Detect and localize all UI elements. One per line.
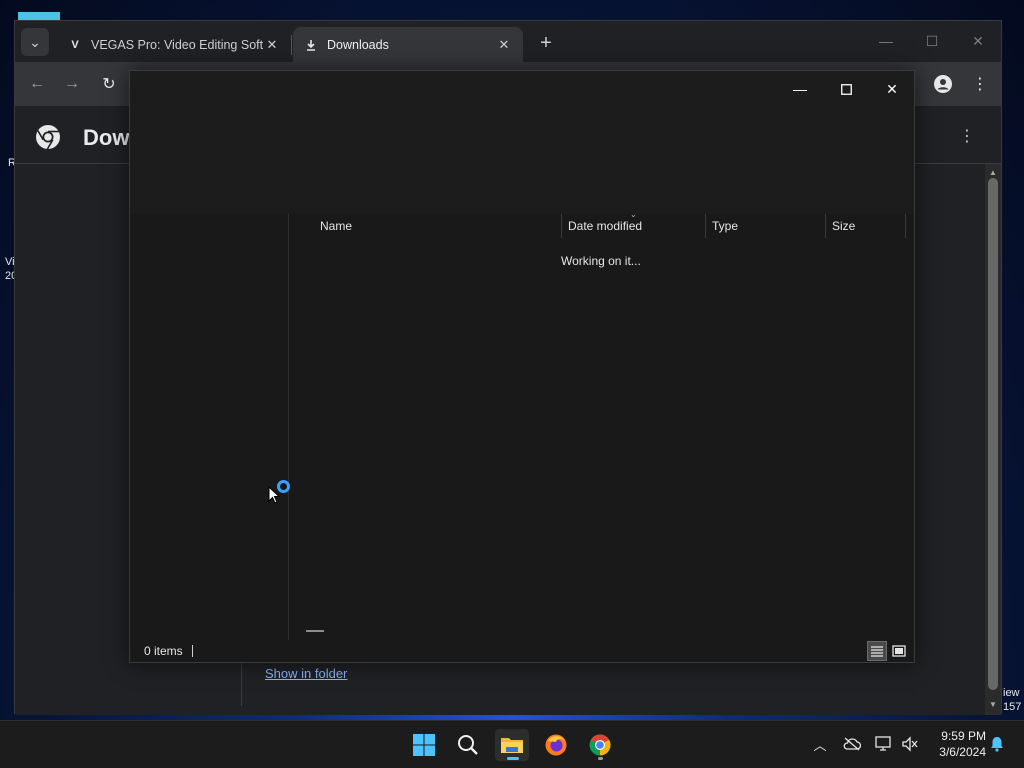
firefox-taskbar-button[interactable] [539,729,573,761]
taskbar: ︿ 9:59 PM 3/6/2024 [0,720,1024,768]
back-button[interactable]: ← [25,72,49,96]
browser-minimize-button[interactable]: — [863,27,909,55]
details-view-icon [871,646,883,657]
dialog-status-bar: 0 items [130,640,914,662]
chrome-logo-icon [36,125,60,150]
large-icons-view-button[interactable] [889,641,909,661]
scroll-down-icon[interactable]: ▼ [985,698,1001,710]
loading-message: Working on it... [561,254,641,268]
show-hidden-icons-button[interactable]: ︿ [809,733,831,755]
column-header-date-modified[interactable]: Date modified [562,214,706,238]
download-icon [303,37,319,53]
folder-icon [501,738,523,753]
minimize-icon: — [793,81,807,97]
close-icon: ✕ [972,32,984,49]
page-scrollbar[interactable]: ▲ ▼ [985,164,1001,715]
file-explorer-taskbar-button[interactable] [495,729,529,761]
close-tab-icon[interactable]: ✕ [495,36,513,54]
maximize-icon [840,83,852,95]
close-icon: ✕ [886,80,898,97]
browser-maximize-button[interactable]: ☐ [909,27,955,55]
minimize-icon: — [879,33,893,49]
show-in-folder-link[interactable]: Show in folder [265,666,347,681]
file-list-pane: ⌄ Name Date modified Type Size Working o… [290,210,914,640]
dialog-maximize-button[interactable] [823,75,869,103]
desktop-peek-text: 157 [1003,701,1022,713]
person-icon [934,75,952,93]
start-button[interactable] [407,729,441,761]
firefox-icon [545,734,567,756]
page-title: Dow [83,125,130,150]
status-separator [192,645,193,657]
column-header-name[interactable]: Name [314,214,562,238]
downloads-more-button[interactable]: ⋮ [955,124,979,148]
forward-button[interactable]: → [60,72,84,96]
search-icon [458,735,478,755]
more-vert-icon: ⋮ [972,76,988,93]
clock-time: 9:59 PM [941,729,986,743]
plus-icon: + [540,31,552,54]
tab-search-button[interactable]: ⌄ [21,28,49,56]
dialog-minimize-button[interactable]: — [777,75,823,103]
file-dialog: — ✕ ⌄ Name Date modified Type Size Worki… [129,70,915,663]
network-icon [875,736,891,751]
dialog-close-button[interactable]: ✕ [869,75,915,103]
chevron-down-icon: ⌄ [29,33,41,50]
tab-strip: ⌄ V VEGAS Pro: Video Editing Softw ✕ Dow… [15,21,1001,62]
search-button[interactable] [451,729,485,761]
network-tray-icon[interactable] [873,733,895,755]
reload-icon: ↻ [102,76,116,93]
bell-icon [991,737,1003,752]
onedrive-tray-icon[interactable] [841,733,863,755]
busy-spinner-icon [277,480,290,493]
new-tab-button[interactable]: + [534,31,558,55]
windows-logo-icon [413,734,435,756]
desktop-window-edge [18,12,60,20]
clock-date: 3/6/2024 [939,745,986,759]
scrollbar-thumb[interactable] [988,178,998,690]
arrow-right-icon: → [64,75,80,92]
maximize-icon: ☐ [925,32,939,49]
arrow-left-icon: ← [29,75,45,92]
volume-tray-icon[interactable] [899,733,921,755]
desktop-peek-text: iew [1003,687,1020,699]
dialog-command-area: — ✕ [130,71,914,214]
large-icons-view-icon [892,645,906,657]
active-indicator [507,757,519,760]
system-clock[interactable]: 9:59 PM 3/6/2024 [924,728,986,760]
column-header-type[interactable]: Type [706,214,826,238]
close-tab-icon[interactable]: ✕ [263,36,281,54]
chrome-icon [589,734,611,756]
horizontal-scrollbar[interactable] [306,630,324,632]
tab-downloads[interactable]: Downloads ✕ [293,27,523,62]
more-vert-icon: ⋮ [959,128,975,145]
item-count: 0 items [144,644,183,658]
tab-title: Downloads [327,37,389,52]
profile-button[interactable] [931,72,955,96]
chrome-taskbar-button[interactable] [583,729,617,761]
column-header-size[interactable]: Size [826,214,906,238]
scroll-up-icon[interactable]: ▲ [985,166,1001,178]
tab-title: VEGAS Pro: Video Editing Softw [91,37,263,52]
details-view-button[interactable] [867,641,887,661]
browser-close-button[interactable]: ✕ [955,27,1001,55]
reload-button[interactable]: ↻ [97,72,121,96]
navigation-pane[interactable] [130,214,289,640]
notifications-button[interactable] [986,733,1008,755]
chevron-up-icon: ︿ [813,737,827,753]
cloud-offline-icon [843,737,861,751]
browser-menu-button[interactable]: ⋮ [968,72,992,96]
vegas-favicon-icon: V [71,38,79,51]
tab-vegas[interactable]: V VEGAS Pro: Video Editing Softw ✕ [57,27,291,62]
running-indicator [598,757,603,760]
speaker-muted-icon [902,736,918,752]
tab-divider [291,35,292,55]
